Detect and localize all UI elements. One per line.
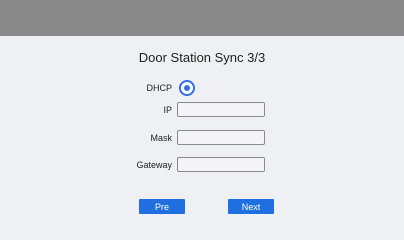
page-title: Door Station Sync 3/3 — [138, 50, 266, 65]
next-button[interactable]: Next — [228, 199, 274, 214]
radio-selected-icon — [184, 85, 190, 91]
gateway-field[interactable] — [177, 157, 265, 172]
mask-field[interactable] — [177, 130, 265, 145]
gateway-label: Gateway — [136, 160, 172, 170]
mask-label: Mask — [150, 133, 172, 143]
ip-field[interactable] — [177, 102, 265, 117]
pre-button[interactable]: Pre — [139, 199, 185, 214]
ip-label: IP — [163, 105, 172, 115]
top-bar — [0, 0, 404, 36]
dhcp-radio[interactable] — [179, 80, 195, 96]
dhcp-label: DHCP — [146, 83, 172, 93]
